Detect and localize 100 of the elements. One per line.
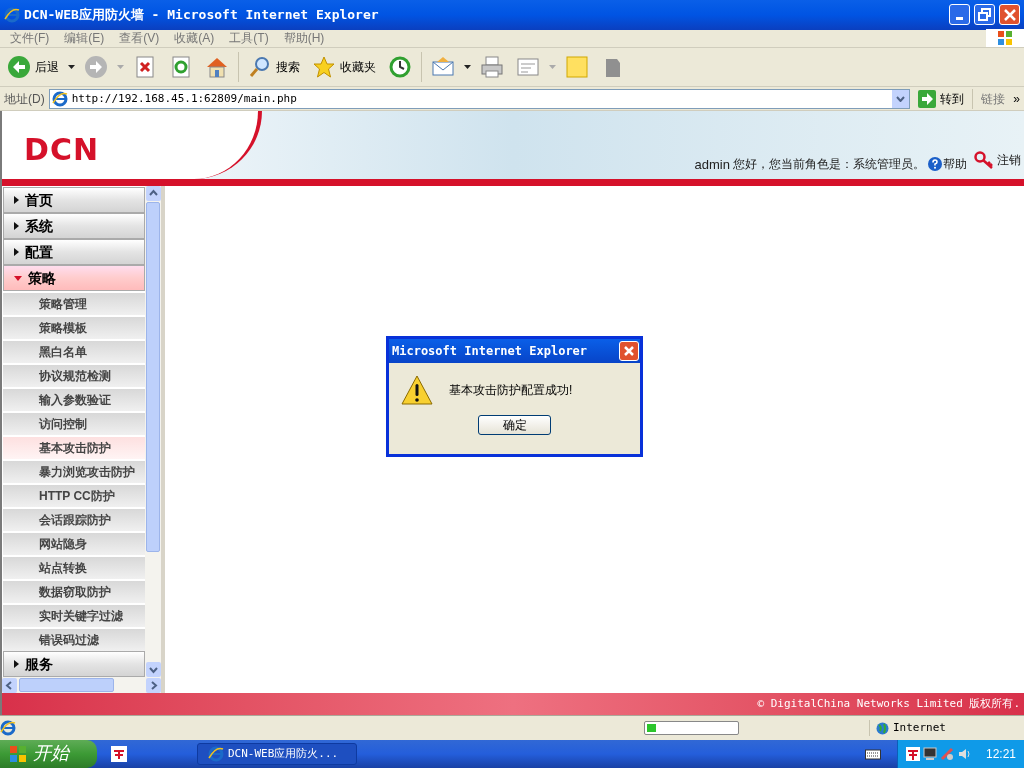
caret-right-icon (14, 660, 19, 669)
sidebar-item[interactable]: 会话跟踪防护 (3, 507, 146, 532)
home-icon (205, 55, 229, 80)
more-links-button[interactable]: » (1013, 89, 1024, 108)
stop-icon (133, 55, 157, 80)
windows-flag-icon (9, 745, 27, 763)
username: admin (694, 155, 730, 174)
menu-item[interactable]: 帮助(H) (278, 29, 330, 48)
dropdown-caret-icon (549, 65, 556, 70)
sidebar-item[interactable]: 访问控制 (3, 411, 146, 436)
network-icon (939, 747, 954, 761)
favorites-button[interactable]: 收藏夹 (309, 50, 379, 85)
sticky-note-icon (565, 55, 589, 80)
taskbar-window-button[interactable]: DCN-WEB应用防火... (197, 743, 357, 765)
sidebar-category[interactable]: 首页 (3, 187, 146, 214)
address-dropdown-button[interactable] (892, 89, 910, 108)
go-button[interactable]: 转到 (914, 89, 969, 108)
help-link[interactable]: 帮助 (928, 155, 967, 174)
computer-icon (922, 747, 937, 761)
ok-button[interactable]: 确定 (478, 415, 551, 436)
app-logo-icon (905, 747, 920, 761)
minimize-button[interactable] (949, 4, 970, 26)
address-label: 地址(D) (4, 90, 45, 108)
sidebar-item[interactable]: 数据窃取防护 (3, 579, 146, 604)
sidebar-item[interactable]: 输入参数验证 (3, 387, 146, 412)
scroll-thumb[interactable] (19, 678, 114, 693)
menu-item[interactable]: 编辑(E) (59, 29, 110, 48)
address-field[interactable]: http://192.168.45.1:62809/main.php (48, 88, 911, 109)
scroll-down-icon (145, 662, 161, 678)
dropdown-caret-icon (68, 65, 75, 70)
close-icon (623, 345, 635, 358)
horizontal-scrollbar[interactable] (2, 677, 161, 694)
caret-right-icon (14, 222, 19, 231)
caret-right-icon (14, 248, 19, 257)
key-icon (974, 151, 994, 170)
close-button[interactable] (999, 4, 1020, 26)
clock: 12:21 (985, 746, 1016, 763)
sidebar-item[interactable]: 黑白名单 (3, 339, 146, 364)
chevron-down-icon (896, 95, 906, 102)
sidebar-item[interactable]: 基本攻击防护 (3, 435, 146, 460)
scroll-thumb[interactable] (146, 202, 161, 553)
globe-icon (876, 721, 889, 735)
sidebar-item[interactable]: 站点转换 (3, 555, 146, 580)
company-logo: DCN (24, 131, 100, 170)
menu-item[interactable]: 查看(V) (114, 29, 165, 48)
app-logo-icon (113, 748, 125, 760)
restore-button[interactable] (974, 4, 995, 26)
sidebar-category[interactable]: 服务 (3, 651, 146, 678)
scroll-up-icon (145, 186, 161, 202)
greeting-text: 您好，您当前角色是：系统管理员。 (733, 156, 925, 174)
page-icon (51, 90, 68, 107)
close-icon (1003, 8, 1016, 21)
links-label[interactable]: 链接 (977, 89, 1010, 108)
refresh-icon (169, 55, 193, 80)
security-zone-label: Internet (893, 719, 946, 736)
logout-link[interactable]: 注销 (974, 151, 1021, 170)
close-button[interactable] (619, 341, 639, 362)
sidebar-item[interactable]: 错误码过滤 (3, 627, 146, 652)
help-icon (928, 157, 942, 172)
history-clock-icon (388, 55, 412, 80)
sidebar-item[interactable]: 策略管理 (3, 291, 146, 316)
vertical-scrollbar[interactable] (145, 186, 161, 678)
dialog-title: Microsoft Internet Explorer (392, 343, 589, 361)
restore-icon (978, 8, 991, 22)
sidebar-category[interactable]: 策略 (3, 265, 146, 292)
dropdown-caret-icon (464, 65, 471, 70)
windows-flag-icon (997, 30, 1013, 47)
sidebar-item[interactable]: HTTP CC防护 (3, 483, 146, 508)
start-button[interactable]: 开始 (0, 740, 97, 768)
browser-icon (208, 746, 224, 762)
scroll-right-icon (146, 677, 161, 693)
sidebar-item[interactable]: 实时关键字过滤 (3, 603, 146, 628)
star-icon (312, 55, 336, 80)
search-icon (248, 55, 272, 80)
dialog-message: 基本攻击防护配置成功! (449, 382, 573, 400)
sidebar-category[interactable]: 配置 (3, 239, 146, 266)
scroll-left-icon (2, 677, 17, 693)
quick-launch-icon[interactable] (111, 746, 127, 762)
keyboard-icon (864, 748, 881, 760)
back-button[interactable]: 后退 (4, 50, 62, 85)
page-icon (0, 720, 16, 737)
printer-icon (480, 55, 504, 80)
warning-icon (401, 375, 433, 406)
sidebar-item[interactable]: 暴力浏览攻击防护 (3, 459, 146, 484)
menu-item[interactable]: 收藏(A) (169, 29, 220, 48)
sidebar-category[interactable]: 系统 (3, 213, 146, 240)
copyright-footer: © DigitalChina Networks Limited 版权所有. (2, 693, 1024, 716)
speaker-icon (956, 747, 971, 761)
window-title: DCN-WEB应用防火墙 - Microsoft Internet Explorer (24, 6, 380, 25)
sidebar-item[interactable]: 网站隐身 (3, 531, 146, 556)
browser-icon (4, 6, 20, 23)
menu-item[interactable]: 工具(T) (224, 29, 274, 48)
dropdown-caret-icon (117, 65, 124, 70)
menu-item[interactable]: 文件(F) (5, 29, 55, 48)
search-button[interactable]: 搜索 (245, 50, 303, 85)
minimize-icon (956, 17, 963, 21)
caret-right-icon (14, 196, 19, 205)
sidebar-item[interactable]: 协议规范检测 (3, 363, 146, 388)
caret-down-icon (14, 275, 22, 281)
sidebar-item[interactable]: 策略模板 (3, 315, 146, 340)
